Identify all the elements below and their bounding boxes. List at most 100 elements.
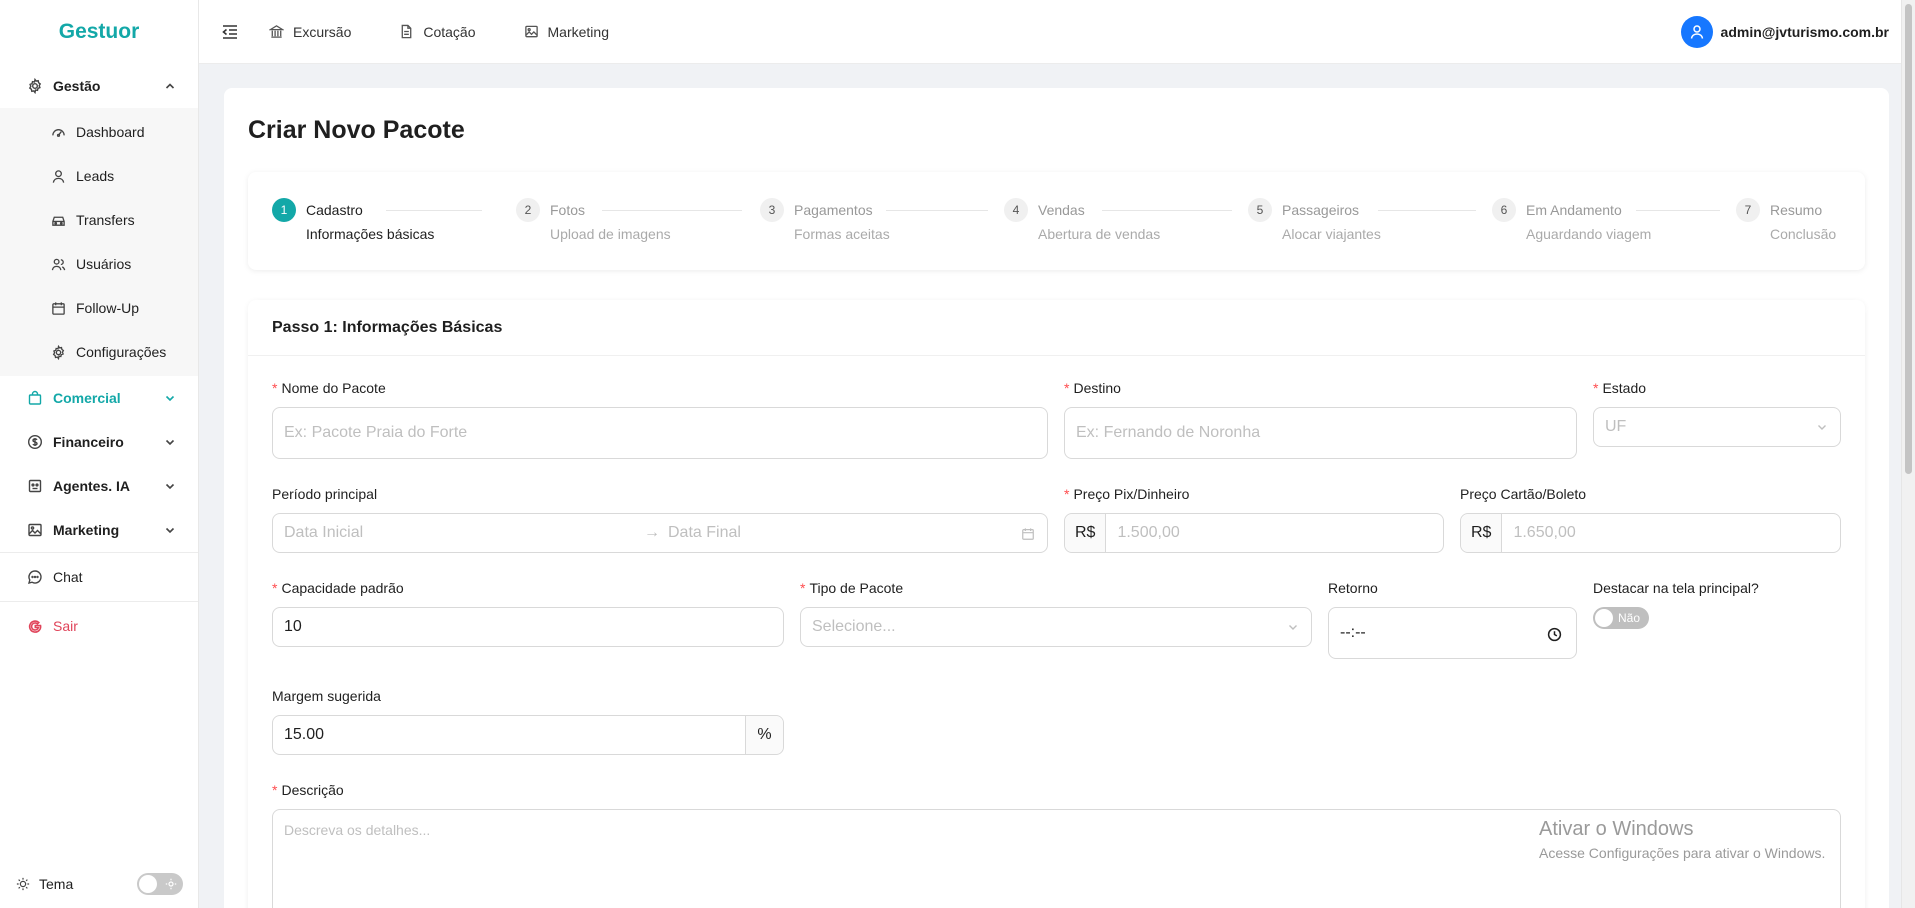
sidebar-item-follow-up[interactable]: Follow-Up — [0, 286, 198, 330]
top-link-label: Excursão — [293, 23, 352, 40]
app-logo[interactable]: Gestuor — [0, 0, 198, 64]
margem-input[interactable]: 15.00 % — [272, 715, 784, 755]
theme-label: Tema — [39, 876, 74, 892]
capacidade-input[interactable]: 10 — [272, 607, 784, 647]
page-scrollbar[interactable] — [1901, 0, 1915, 908]
bank-icon — [269, 25, 284, 38]
destacar-field: Destacar na tela principal? Não — [1593, 580, 1841, 629]
preco-cartao-placeholder: 1.650,00 — [1513, 524, 1576, 541]
sidebar-item-leads[interactable]: Leads — [0, 154, 198, 198]
top-link-cotacao[interactable]: Cotação — [399, 23, 476, 40]
capacidade-label: * Capacidade padrão — [272, 580, 404, 596]
periodo-field: Período principal Data Inicial → Data Fi… — [272, 486, 1048, 553]
retorno-label: Retorno — [1328, 580, 1378, 596]
retorno-time-input[interactable]: --:-- — [1328, 607, 1577, 659]
toggle-knob — [139, 875, 157, 893]
user-menu[interactable]: admin@jvturismo.com.br — [1680, 16, 1889, 48]
file-icon — [401, 24, 412, 39]
car-icon — [52, 216, 65, 226]
destacar-label: Destacar na tela principal? — [1593, 580, 1759, 596]
sidebar-item-transfers[interactable]: Transfers — [0, 198, 198, 242]
scrollbar-thumb[interactable] — [1905, 4, 1912, 474]
clock-icon[interactable] — [1547, 627, 1562, 642]
sidebar-group-comercial[interactable]: Comercial — [0, 376, 198, 420]
periodo-label: Período principal — [272, 486, 378, 502]
gestao-submenu: Dashboard Leads Transfers Usuários Follo… — [0, 108, 198, 376]
step-title: Resumo — [1770, 202, 1823, 218]
estado-label: * Estado — [1593, 380, 1647, 396]
sidebar-item-chat[interactable]: Chat — [0, 553, 198, 601]
chat-icon — [28, 570, 42, 584]
chevron-down-icon — [165, 395, 175, 402]
step-description: Alocar viajantes — [1282, 226, 1381, 242]
step-connector — [1102, 210, 1232, 211]
form-heading: Passo 1: Informações Básicas — [248, 300, 1865, 356]
step-title: Cadastro — [306, 202, 363, 218]
watermark-subtitle: Acesse Configurações para ativar o Windo… — [1539, 845, 1826, 861]
steps-bar: 1 Cadastro Informações básicas 2 Fotos U… — [248, 172, 1865, 270]
sidebar-item-label: Sair — [53, 618, 78, 634]
preco-pix-placeholder: 1.500,00 — [1117, 524, 1180, 541]
chevron-down-icon — [165, 439, 175, 446]
chevron-down-icon — [1289, 625, 1297, 630]
step-number: 5 — [1248, 198, 1272, 222]
sidebar-item-usuarios[interactable]: Usuários — [0, 242, 198, 286]
theme-switcher: Tema — [0, 860, 199, 908]
toggle-knob — [1595, 609, 1613, 627]
step-connector — [1378, 210, 1476, 211]
image-icon — [524, 25, 538, 38]
preco-pix-input[interactable]: R$ 1.500,00 — [1064, 513, 1444, 553]
margem-value: 15.00 — [284, 726, 325, 743]
percent-suffix: % — [745, 716, 783, 754]
estado-placeholder: UF — [1605, 418, 1627, 435]
step-title: Passageiros — [1282, 202, 1360, 218]
page-title: Criar Novo Pacote — [248, 116, 465, 144]
tipo-select[interactable]: Selecione... — [800, 607, 1312, 647]
calendar-icon — [52, 301, 65, 315]
periodo-range-picker[interactable]: Data Inicial → Data Final — [272, 513, 1048, 553]
step-title: Vendas — [1038, 202, 1085, 218]
sidebar-group-gestao[interactable]: Gestão — [0, 64, 198, 108]
sidebar-group-label: Marketing — [53, 522, 120, 538]
retorno-field: Retorno --:-- — [1328, 580, 1577, 659]
sidebar-item-label: Configurações — [76, 344, 167, 360]
destino-field: * Destino Ex: Fernando de Noronha — [1064, 380, 1577, 459]
step-description: Informações básicas — [306, 226, 435, 242]
sidebar-group-financeiro[interactable]: Financeiro — [0, 420, 198, 464]
chevron-down-icon — [165, 527, 175, 534]
sidebar-group-agentes-ia[interactable]: Agentes. IA — [0, 464, 198, 508]
sidebar-group-marketing[interactable]: Marketing — [0, 508, 198, 552]
sidebar-item-configuracoes[interactable]: Configurações — [0, 330, 198, 374]
sidebar-item-label: Dashboard — [76, 124, 145, 140]
menu-fold-icon[interactable] — [221, 23, 239, 41]
shopping-bag-icon — [28, 390, 42, 405]
top-link-marketing[interactable]: Marketing — [524, 24, 609, 40]
nome-input[interactable]: Ex: Pacote Praia do Forte — [272, 407, 1048, 459]
destacar-toggle[interactable]: Não — [1593, 607, 1649, 629]
theme-toggle[interactable] — [137, 873, 183, 895]
top-link-label: Cotação — [423, 23, 476, 40]
step-connector — [386, 210, 482, 211]
sidebar-item-sair[interactable]: Sair — [0, 602, 198, 650]
avatar — [1680, 16, 1713, 48]
currency-prefix: R$ — [1461, 514, 1503, 552]
destino-input[interactable]: Ex: Fernando de Noronha — [1064, 407, 1577, 459]
top-link-label: Marketing — [547, 23, 609, 40]
step-number: 3 — [760, 198, 784, 222]
top-link-excursao[interactable]: Excursão — [269, 24, 351, 40]
dollar-circle-icon — [27, 434, 43, 450]
step-description: Upload de imagens — [550, 226, 671, 242]
user-icon — [52, 169, 65, 183]
step-title: Pagamentos — [794, 202, 873, 218]
windows-activation-watermark: Ativar o Windows Acesse Configurações pa… — [1539, 818, 1825, 861]
step-description: Conclusão — [1770, 226, 1837, 242]
sidebar: Gestuor Gestão Dashboard Leads Transfers… — [0, 0, 199, 908]
sidebar-item-dashboard[interactable]: Dashboard — [0, 110, 198, 154]
preco-cartao-input[interactable]: R$ 1.650,00 — [1460, 513, 1841, 553]
chevron-down-icon — [1818, 425, 1826, 430]
range-separator: → — [644, 524, 660, 541]
watermark-title: Ativar o Windows — [1539, 818, 1694, 840]
estado-select[interactable]: UF — [1593, 407, 1841, 447]
end-date-placeholder: Data Final — [668, 524, 741, 541]
sidebar-group-label: Agentes. IA — [53, 478, 131, 494]
